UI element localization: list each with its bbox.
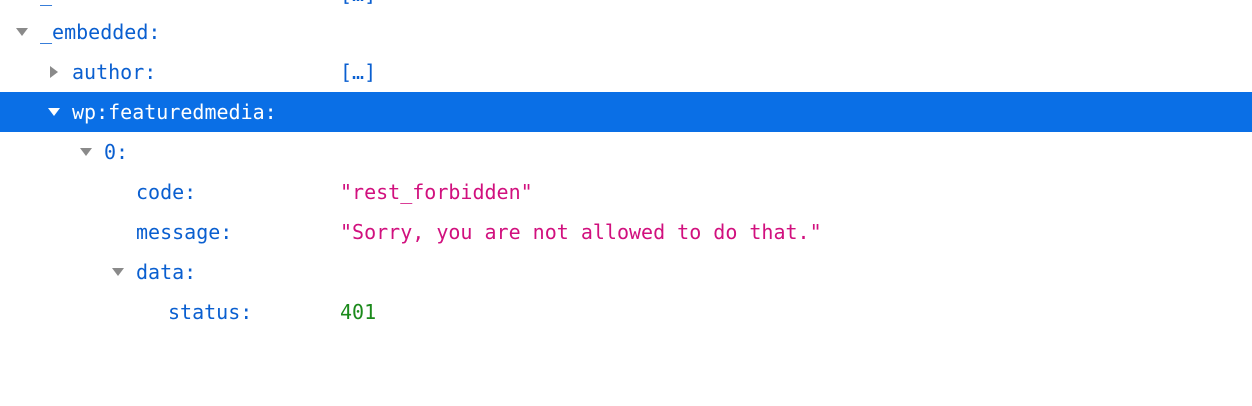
tree-row-status[interactable]: status: 401 bbox=[0, 292, 1252, 332]
tree-row-code[interactable]: code: "rest_forbidden" bbox=[0, 172, 1252, 212]
row-value: "Sorry, you are not allowed to do that." bbox=[340, 220, 822, 244]
tree-row-author[interactable]: author: […] bbox=[0, 52, 1252, 92]
row-key: _embedded: bbox=[40, 20, 161, 44]
tree-row-embedded[interactable]: _embedded: bbox=[0, 12, 1252, 52]
row-key: code: bbox=[136, 180, 197, 204]
json-viewer: _ […] _embedded: author: […] wp:featured… bbox=[0, 0, 1252, 406]
tree-row-featuredmedia[interactable]: wp:featuredmedia: bbox=[0, 92, 1252, 132]
expanded-twisty-icon[interactable] bbox=[108, 252, 128, 292]
row-key: wp:featuredmedia: bbox=[72, 100, 277, 124]
row-key: 0: bbox=[104, 140, 129, 164]
row-key: message: bbox=[136, 220, 233, 244]
expanded-twisty-icon[interactable] bbox=[76, 132, 96, 172]
row-key: status: bbox=[168, 300, 253, 324]
row-key: author: bbox=[72, 60, 157, 84]
row-value: 401 bbox=[340, 300, 377, 324]
row-value: […] bbox=[340, 60, 377, 84]
expanded-twisty-icon[interactable] bbox=[12, 12, 32, 52]
row-value: "rest_forbidden" bbox=[340, 180, 533, 204]
tree-row-data[interactable]: data: bbox=[0, 252, 1252, 292]
collapsed-twisty-icon[interactable] bbox=[44, 52, 64, 92]
expanded-twisty-icon[interactable] bbox=[44, 92, 64, 132]
tree-row-message[interactable]: message: "Sorry, you are not allowed to … bbox=[0, 212, 1252, 252]
row-key: data: bbox=[136, 260, 197, 284]
tree-row-item-0[interactable]: 0: bbox=[0, 132, 1252, 172]
